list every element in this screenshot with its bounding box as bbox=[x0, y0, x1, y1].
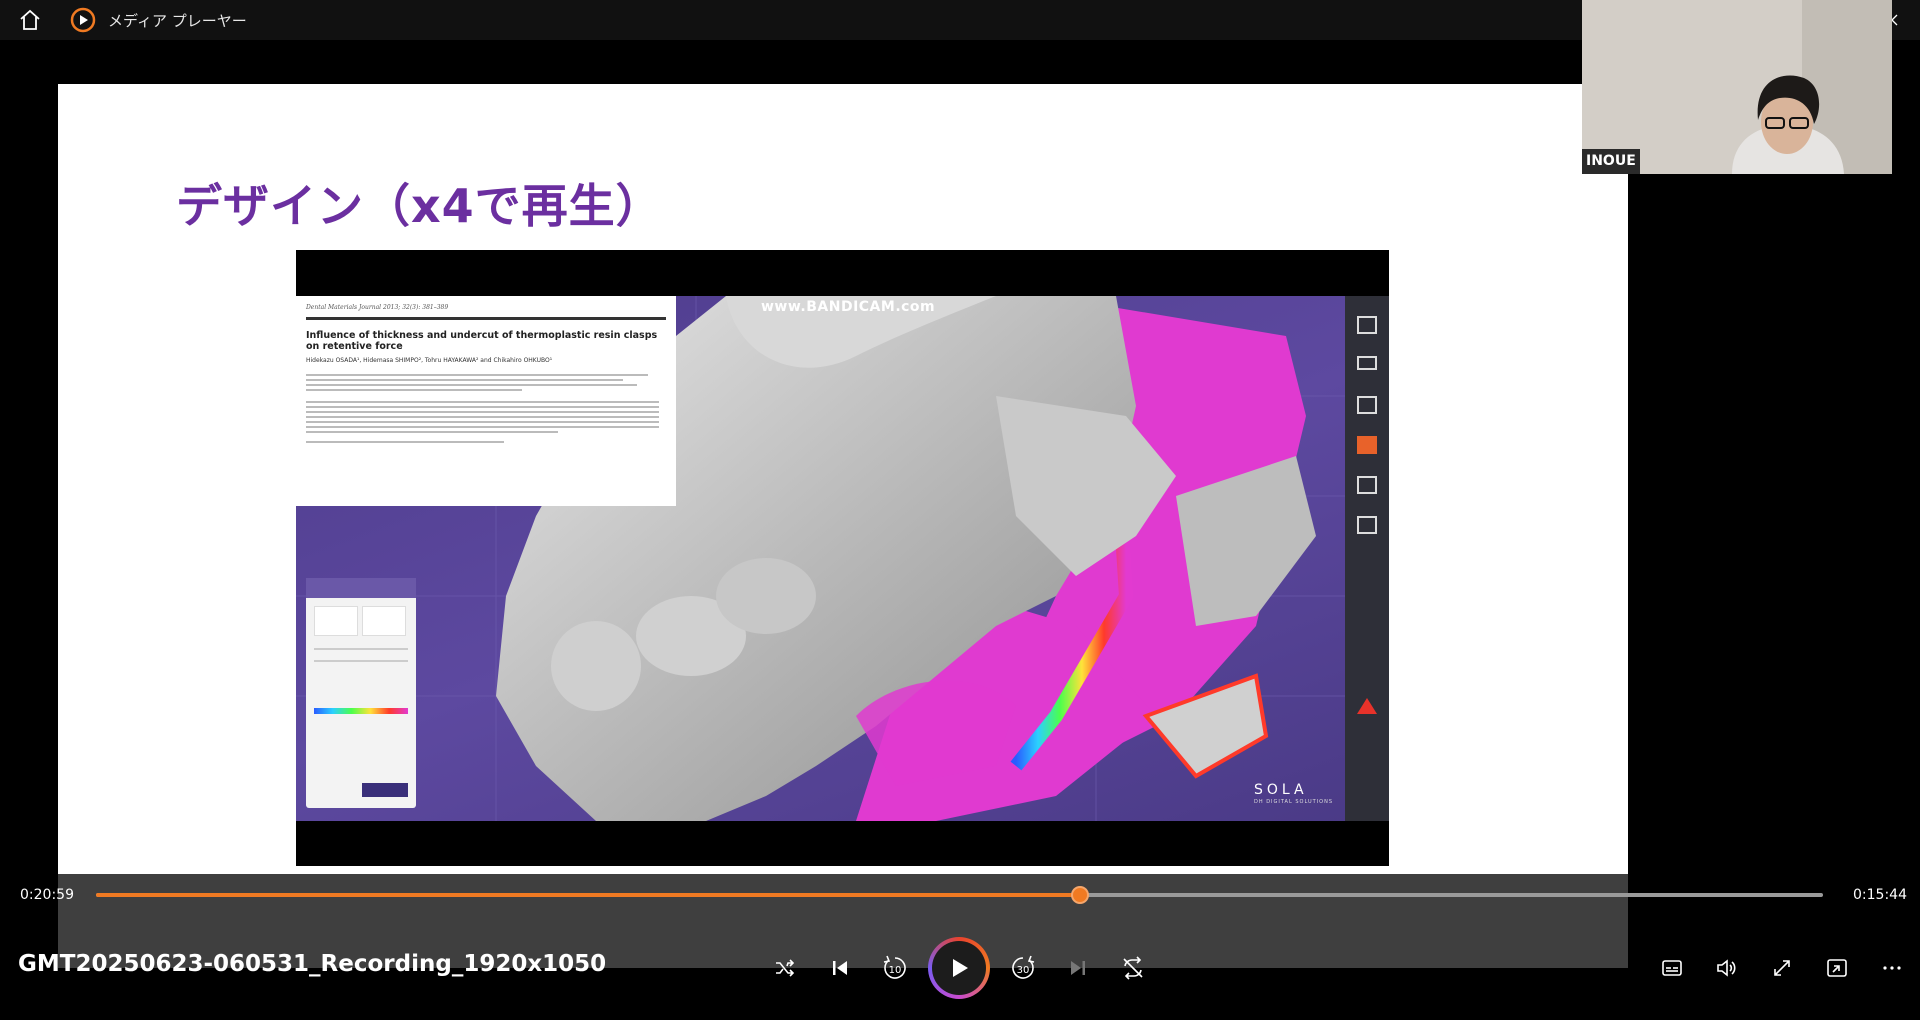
forward-30-icon[interactable]: 30 bbox=[1006, 951, 1040, 985]
current-time: 0:20:59 bbox=[20, 887, 74, 903]
color-scale bbox=[314, 708, 408, 714]
presentation-slide: デザイン（x4で再生） www.BANDICAM.com Dental Mate… bbox=[58, 84, 1628, 874]
next-icon[interactable] bbox=[1061, 951, 1095, 985]
subtitles-icon[interactable] bbox=[1655, 951, 1689, 985]
more-icon[interactable] bbox=[1875, 951, 1909, 985]
side-panel-header bbox=[306, 578, 416, 598]
app-title: メディア プレーヤー bbox=[108, 12, 247, 30]
previous-icon[interactable] bbox=[823, 951, 857, 985]
participant-video bbox=[1582, 0, 1892, 174]
panel-next-button bbox=[362, 783, 408, 797]
file-name: GMT20250623-060531_Recording_1920x1050 bbox=[18, 951, 607, 977]
miniplayer-icon[interactable] bbox=[1820, 951, 1854, 985]
panel-tool-button bbox=[362, 606, 406, 636]
media-player-icon bbox=[70, 7, 96, 33]
fullscreen-icon[interactable] bbox=[1765, 951, 1799, 985]
volume-icon[interactable] bbox=[1710, 951, 1744, 985]
paper-abstract-text bbox=[306, 401, 666, 433]
seek-bar-progress bbox=[96, 893, 1081, 897]
paper-title: Influence of thickness and undercut of t… bbox=[306, 330, 658, 352]
home-icon[interactable] bbox=[16, 6, 44, 34]
bandicam-watermark: www.BANDICAM.com bbox=[761, 299, 936, 315]
sola-logo-subtext: DH DIGITAL SOLUTIONS bbox=[1254, 799, 1334, 805]
panel-tool-button bbox=[314, 606, 358, 636]
participant-webcam: INOUE bbox=[1582, 0, 1892, 174]
embedded-video: www.BANDICAM.com Dental Materials Journa… bbox=[296, 250, 1389, 866]
forward-label: 30 bbox=[1017, 965, 1030, 976]
paper-abstract: Dental Materials Journal 2013; 32(3): 38… bbox=[296, 296, 676, 506]
tool-side-panel bbox=[306, 578, 416, 808]
paper-keywords bbox=[306, 441, 504, 443]
rewind-label: 10 bbox=[889, 965, 902, 976]
paper-rule bbox=[306, 317, 666, 320]
seek-bar[interactable] bbox=[96, 886, 1823, 904]
participant-name: INOUE bbox=[1582, 149, 1640, 174]
paper-journal: Dental Materials Journal 2013; 32(3): 38… bbox=[306, 304, 449, 311]
paper-authors: Hidekazu OSADA¹, Hidemasa SHIMPO², Tohru… bbox=[306, 357, 553, 364]
slide-title: デザイン（x4で再生） bbox=[176, 179, 663, 233]
repeat-icon[interactable] bbox=[1116, 951, 1150, 985]
rewind-10-icon[interactable]: 10 bbox=[878, 951, 912, 985]
sola-logo-text: SOLA bbox=[1254, 782, 1308, 798]
shuffle-icon[interactable] bbox=[768, 951, 802, 985]
app-right-toolbar bbox=[1345, 296, 1389, 821]
remaining-time: 0:15:44 bbox=[1853, 887, 1907, 903]
play-icon bbox=[932, 941, 986, 995]
paper-affiliations bbox=[306, 374, 666, 391]
play-button[interactable] bbox=[928, 937, 990, 999]
